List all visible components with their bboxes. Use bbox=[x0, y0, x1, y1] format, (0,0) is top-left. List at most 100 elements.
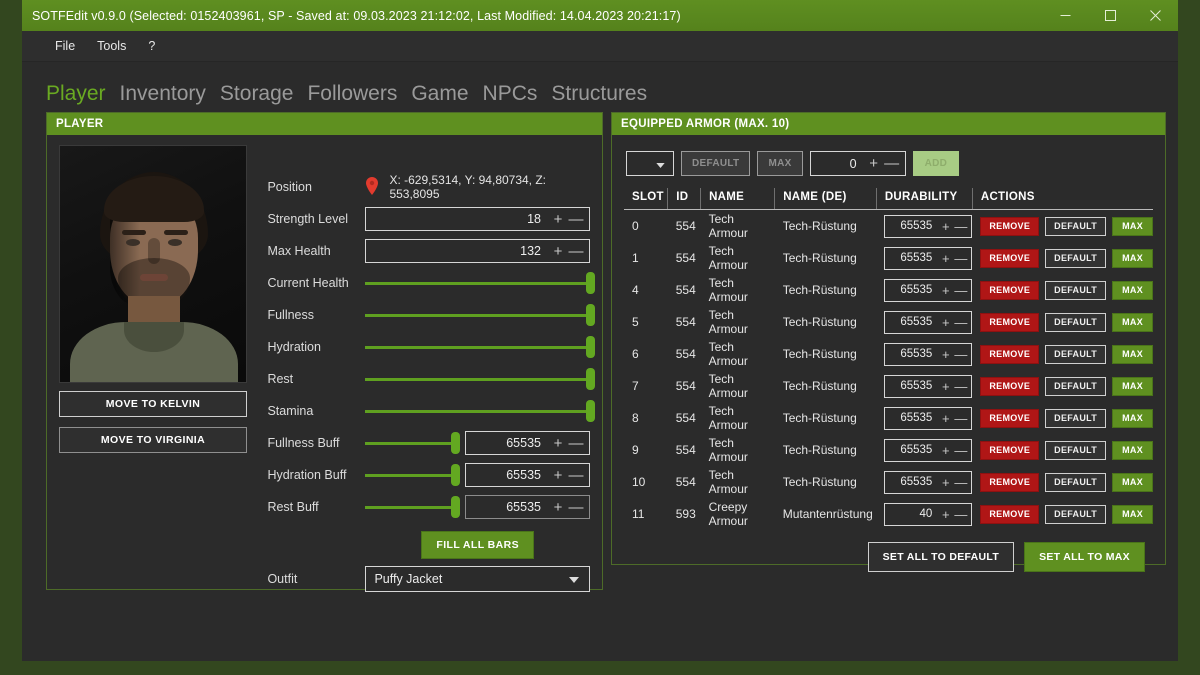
durability-increment[interactable]: + bbox=[938, 444, 953, 457]
durability-input[interactable]: 65535+— bbox=[884, 279, 972, 302]
table-row[interactable]: 0554Tech ArmourTech-Rüstung65535+—REMOVE… bbox=[624, 210, 1153, 243]
max-health-input[interactable]: 132 + — bbox=[365, 239, 590, 263]
hydration-buff-input[interactable]: 65535 + — bbox=[465, 463, 590, 487]
durability-input[interactable]: 65535+— bbox=[884, 375, 972, 398]
table-row[interactable]: 10554Tech ArmourTech-Rüstung65535+—REMOV… bbox=[624, 466, 1153, 498]
remove-button[interactable]: REMOVE bbox=[980, 217, 1039, 236]
table-row[interactable]: 4554Tech ArmourTech-Rüstung65535+—REMOVE… bbox=[624, 274, 1153, 306]
armor-quantity-decrement[interactable]: — bbox=[883, 156, 901, 171]
table-row[interactable]: 6554Tech ArmourTech-Rüstung65535+—REMOVE… bbox=[624, 338, 1153, 370]
durability-increment[interactable]: + bbox=[938, 476, 953, 489]
durability-input[interactable]: 65535+— bbox=[884, 311, 972, 334]
column-header-slot[interactable]: SLOT bbox=[624, 188, 668, 210]
tab-followers[interactable]: Followers bbox=[307, 83, 397, 106]
column-header-durability[interactable]: DURABILITY bbox=[876, 188, 972, 210]
fullness-buff-increment[interactable]: + bbox=[549, 436, 567, 451]
tab-npcs[interactable]: NPCs bbox=[483, 83, 538, 106]
tab-player[interactable]: Player bbox=[46, 83, 106, 106]
durability-increment[interactable]: + bbox=[938, 284, 953, 297]
durability-decrement[interactable]: — bbox=[953, 508, 968, 521]
default-button[interactable]: DEFAULT bbox=[1045, 505, 1106, 524]
set-all-to-max-button[interactable]: SET ALL TO MAX bbox=[1024, 542, 1145, 572]
durability-input[interactable]: 65535+— bbox=[884, 215, 972, 238]
durability-decrement[interactable]: — bbox=[953, 220, 968, 233]
durability-decrement[interactable]: — bbox=[953, 348, 968, 361]
default-button[interactable]: DEFAULT bbox=[1045, 281, 1106, 300]
default-button[interactable]: DEFAULT bbox=[1045, 473, 1106, 492]
durability-input[interactable]: 65535+— bbox=[884, 439, 972, 462]
durability-input[interactable]: 65535+— bbox=[884, 471, 972, 494]
hydration-buff-slider[interactable] bbox=[365, 463, 455, 487]
move-to-virginia-button[interactable]: MOVE TO VIRGINIA bbox=[59, 427, 247, 453]
default-button[interactable]: DEFAULT bbox=[1045, 217, 1106, 236]
durability-decrement[interactable]: — bbox=[953, 284, 968, 297]
table-row[interactable]: 5554Tech ArmourTech-Rüstung65535+—REMOVE… bbox=[624, 306, 1153, 338]
remove-button[interactable]: REMOVE bbox=[980, 441, 1039, 460]
rest-slider[interactable] bbox=[365, 367, 590, 391]
table-row[interactable]: 11593Creepy ArmourMutantenrüstung40+—REM… bbox=[624, 498, 1153, 530]
fullness-slider[interactable] bbox=[365, 303, 590, 327]
current-health-slider[interactable] bbox=[365, 271, 590, 295]
durability-input[interactable]: 40+— bbox=[884, 503, 972, 526]
max-health-decrement[interactable]: — bbox=[567, 244, 585, 259]
armor-type-select[interactable] bbox=[626, 151, 674, 176]
close-button[interactable] bbox=[1133, 0, 1178, 31]
remove-button[interactable]: REMOVE bbox=[980, 313, 1039, 332]
rest-buff-slider[interactable] bbox=[365, 495, 455, 519]
hydration-buff-increment[interactable]: + bbox=[549, 468, 567, 483]
default-button[interactable]: DEFAULT bbox=[1045, 441, 1106, 460]
max-button[interactable]: MAX bbox=[1112, 377, 1153, 396]
durability-increment[interactable]: + bbox=[938, 252, 953, 265]
strength-level-increment[interactable]: + bbox=[549, 212, 567, 227]
armor-add-button[interactable]: ADD bbox=[913, 151, 960, 176]
strength-level-input[interactable]: 18 + — bbox=[365, 207, 590, 231]
stamina-slider[interactable] bbox=[365, 399, 590, 423]
rest-buff-increment[interactable]: + bbox=[549, 500, 567, 515]
strength-level-decrement[interactable]: — bbox=[567, 212, 585, 227]
durability-decrement[interactable]: — bbox=[953, 252, 968, 265]
minimize-button[interactable] bbox=[1043, 0, 1088, 31]
durability-increment[interactable]: + bbox=[938, 380, 953, 393]
armor-quantity-input[interactable]: 0 + — bbox=[810, 151, 906, 176]
set-all-to-default-button[interactable]: SET ALL TO DEFAULT bbox=[868, 542, 1014, 572]
column-header-id[interactable]: ID bbox=[668, 188, 701, 210]
tab-game[interactable]: Game bbox=[411, 83, 468, 106]
default-button[interactable]: DEFAULT bbox=[1045, 377, 1106, 396]
armor-toolbar-default-button[interactable]: DEFAULT bbox=[681, 151, 750, 176]
armor-quantity-increment[interactable]: + bbox=[865, 156, 883, 171]
table-row[interactable]: 1554Tech ArmourTech-Rüstung65535+—REMOVE… bbox=[624, 242, 1153, 274]
hydration-slider[interactable] bbox=[365, 335, 590, 359]
remove-button[interactable]: REMOVE bbox=[980, 249, 1039, 268]
menu-item-file[interactable]: File bbox=[44, 35, 86, 57]
fullness-buff-input[interactable]: 65535 + — bbox=[465, 431, 590, 455]
remove-button[interactable]: REMOVE bbox=[980, 345, 1039, 364]
durability-increment[interactable]: + bbox=[938, 348, 953, 361]
remove-button[interactable]: REMOVE bbox=[980, 409, 1039, 428]
tab-storage[interactable]: Storage bbox=[220, 83, 294, 106]
max-button[interactable]: MAX bbox=[1112, 505, 1153, 524]
durability-decrement[interactable]: — bbox=[953, 380, 968, 393]
durability-decrement[interactable]: — bbox=[953, 412, 968, 425]
column-header-name[interactable]: NAME bbox=[701, 188, 775, 210]
move-to-kelvin-button[interactable]: MOVE TO KELVIN bbox=[59, 391, 247, 417]
max-health-increment[interactable]: + bbox=[549, 244, 567, 259]
durability-decrement[interactable]: — bbox=[953, 316, 968, 329]
rest-buff-input[interactable]: 65535 + — bbox=[465, 495, 590, 519]
remove-button[interactable]: REMOVE bbox=[980, 473, 1039, 492]
armor-toolbar-max-button[interactable]: MAX bbox=[757, 151, 802, 176]
tab-structures[interactable]: Structures bbox=[551, 83, 647, 106]
tab-inventory[interactable]: Inventory bbox=[120, 83, 206, 106]
max-button[interactable]: MAX bbox=[1112, 281, 1153, 300]
durability-decrement[interactable]: — bbox=[953, 476, 968, 489]
default-button[interactable]: DEFAULT bbox=[1045, 249, 1106, 268]
durability-decrement[interactable]: — bbox=[953, 444, 968, 457]
column-header-actions[interactable]: ACTIONS bbox=[972, 188, 1153, 210]
durability-input[interactable]: 65535+— bbox=[884, 343, 972, 366]
table-row[interactable]: 9554Tech ArmourTech-Rüstung65535+—REMOVE… bbox=[624, 434, 1153, 466]
durability-increment[interactable]: + bbox=[938, 412, 953, 425]
durability-input[interactable]: 65535+— bbox=[884, 247, 972, 270]
durability-increment[interactable]: + bbox=[938, 316, 953, 329]
hydration-buff-decrement[interactable]: — bbox=[567, 468, 585, 483]
table-row[interactable]: 8554Tech ArmourTech-Rüstung65535+—REMOVE… bbox=[624, 402, 1153, 434]
table-row[interactable]: 7554Tech ArmourTech-Rüstung65535+—REMOVE… bbox=[624, 370, 1153, 402]
